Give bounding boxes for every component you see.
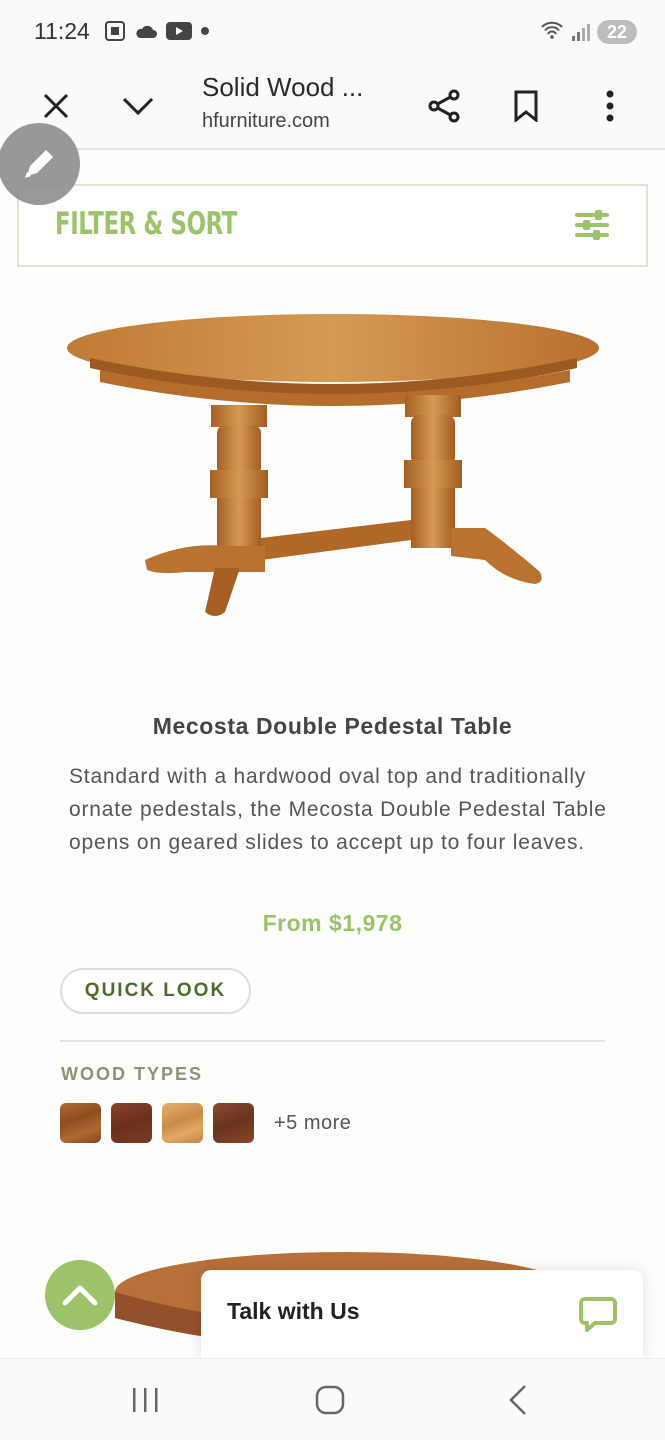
wood-swatch[interactable]: [111, 1103, 152, 1143]
custom-tab-toolbar: Solid Wood ... hfurniture.com: [0, 62, 665, 150]
more-vert-icon: [606, 90, 614, 122]
filter-sliders-icon: [575, 210, 609, 240]
more-wood-types-link[interactable]: +5 more: [274, 1112, 351, 1135]
page-domain[interactable]: hfurniture.com: [202, 110, 330, 133]
back-button[interactable]: [488, 1375, 548, 1425]
status-time: 11:24: [34, 18, 90, 44]
back-icon: [509, 1385, 526, 1415]
chevron-up-icon: [62, 1285, 98, 1306]
filter-sort-label: FILTER & SORT: [55, 206, 237, 242]
pencil-icon: [25, 150, 53, 178]
system-navigation-bar: [0, 1358, 665, 1440]
wood-types-title: WOOD TYPES: [61, 1064, 204, 1084]
status-icons: [104, 20, 210, 42]
chat-bubble-icon: [579, 1297, 617, 1332]
quick-look-button[interactable]: QUICK LOOK: [60, 968, 251, 1014]
divider: [60, 1040, 605, 1042]
product-price: From $1,978: [262, 910, 403, 936]
home-button[interactable]: [300, 1375, 360, 1425]
home-icon: [315, 1385, 345, 1415]
wood-swatch[interactable]: [60, 1103, 101, 1143]
chat-label: Talk with Us: [227, 1298, 360, 1324]
product-image[interactable]: [65, 310, 605, 630]
wood-swatches: +5 more: [60, 1103, 351, 1143]
youtube-icon: [166, 22, 192, 40]
dot-icon: [201, 27, 209, 35]
share-icon: [428, 89, 460, 123]
chat-widget[interactable]: Talk with Us: [201, 1270, 643, 1358]
battery-indicator: 22: [597, 20, 637, 44]
more-options-button[interactable]: [584, 80, 636, 132]
minimize-button[interactable]: [112, 80, 164, 132]
chevron-down-icon: [122, 97, 154, 116]
cloud-icon: [136, 25, 157, 38]
recent-apps-icon: [133, 1388, 158, 1412]
status-bar: 11:24 22: [0, 0, 665, 62]
screenshot-icon: [105, 21, 125, 41]
share-button[interactable]: [418, 80, 470, 132]
bookmark-icon: [514, 90, 538, 122]
wifi-icon: [541, 21, 563, 39]
bookmark-button[interactable]: [500, 80, 552, 132]
close-icon: [43, 93, 69, 119]
edit-floating-button[interactable]: [0, 123, 80, 205]
recent-apps-button[interactable]: [115, 1375, 175, 1425]
product-name[interactable]: Mecosta Double Pedestal Table: [60, 713, 605, 740]
wood-swatch[interactable]: [162, 1103, 203, 1143]
wood-swatch[interactable]: [213, 1103, 254, 1143]
filter-sort-bar[interactable]: FILTER & SORT: [17, 184, 648, 267]
product-description: Standard with a hardwood oval top and tr…: [69, 765, 607, 854]
signal-icon: [572, 24, 590, 41]
page-title[interactable]: Solid Wood ...: [202, 72, 363, 103]
scroll-to-top-button[interactable]: [45, 1260, 115, 1330]
